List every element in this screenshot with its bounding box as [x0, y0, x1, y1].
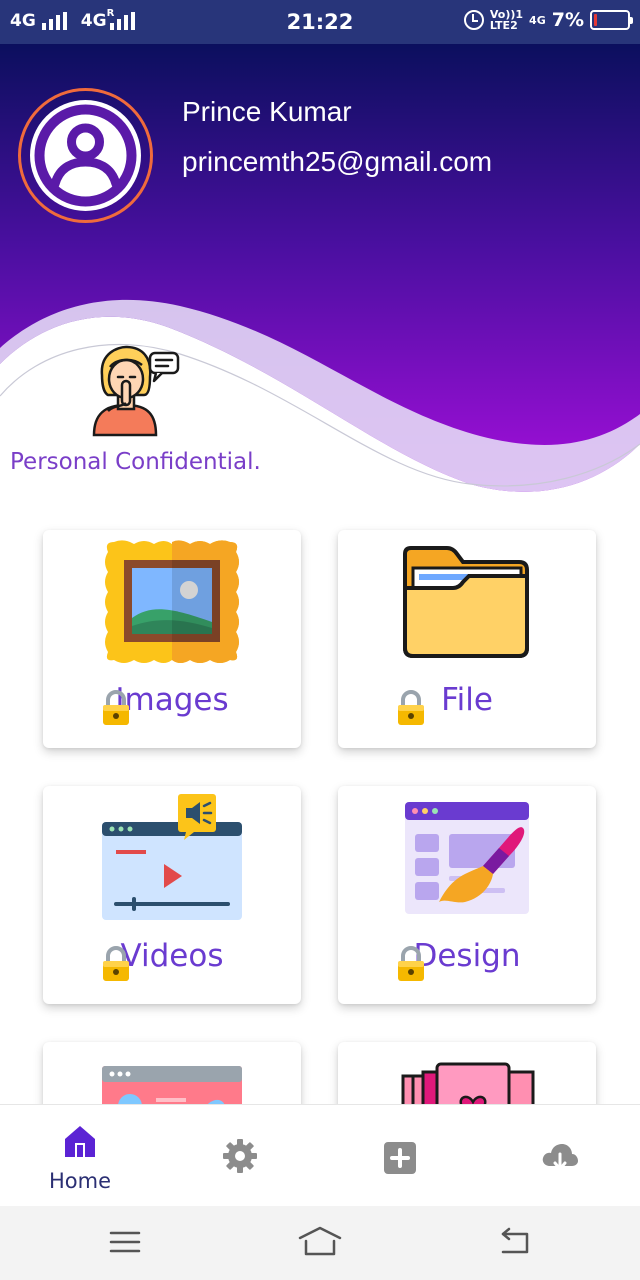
design-brush-icon: [405, 802, 529, 914]
nav-home[interactable]: Home: [0, 1105, 160, 1207]
home-button-icon[interactable]: [298, 1226, 342, 1258]
confidential-person-icon: [92, 345, 180, 437]
folder-icon: [403, 546, 529, 658]
videos-card[interactable]: Videos: [43, 786, 301, 1004]
images-card[interactable]: Images: [43, 530, 301, 748]
lock-icon: [398, 946, 424, 981]
back-icon[interactable]: [499, 1226, 531, 1258]
design-card[interactable]: Design: [338, 786, 596, 1004]
file-label-text: File: [441, 682, 493, 718]
nav-settings[interactable]: [160, 1105, 320, 1207]
nav-add[interactable]: [320, 1105, 480, 1207]
lock-icon: [103, 946, 129, 981]
home-icon: [65, 1126, 95, 1157]
volte-indicator: Vo))1 LTE2: [490, 9, 523, 31]
user-icon: [34, 104, 137, 207]
status-bar: 4G 4G R 21:22 Vo))1 LTE2 4G 7%: [0, 0, 640, 44]
images-label-text: Images: [115, 682, 229, 718]
system-navigation-bar: [0, 1206, 640, 1280]
framed-picture-icon: [105, 540, 239, 663]
videos-label: Videos: [43, 938, 301, 981]
design-label-text: Design: [413, 938, 521, 974]
profile-email: princemth25@gmail.com: [182, 146, 493, 177]
video-player-icon: [102, 794, 242, 920]
add-square-icon: [384, 1142, 416, 1174]
battery-percent: 7%: [551, 9, 584, 31]
system-indicators: Vo))1 LTE2 4G 7%: [463, 9, 633, 31]
design-label: Design: [338, 938, 596, 981]
battery-icon: [590, 10, 633, 30]
menu-icon[interactable]: [109, 1226, 141, 1258]
cloud-download-icon: [542, 1144, 578, 1171]
nav-home-label: Home: [48, 1169, 111, 1193]
alarm-icon: [463, 10, 484, 30]
settings-gear-icon: [223, 1139, 257, 1173]
nav-cloud-download[interactable]: [480, 1105, 640, 1207]
battery-fill: [594, 14, 597, 26]
network-type: 4G: [529, 13, 546, 27]
videos-label-text: Videos: [120, 938, 224, 974]
volte-bottom: LTE2: [489, 19, 518, 32]
images-label: Images: [43, 682, 301, 725]
file-card[interactable]: File: [338, 530, 596, 748]
lock-icon: [103, 690, 129, 725]
profile-name: Prince Kumar: [182, 96, 352, 127]
lock-icon: [398, 690, 424, 725]
file-label: File: [338, 682, 596, 725]
profile-avatar[interactable]: [18, 88, 153, 223]
tagline: Personal Confidential.: [10, 449, 261, 475]
bottom-navigation: Home: [0, 1104, 640, 1206]
